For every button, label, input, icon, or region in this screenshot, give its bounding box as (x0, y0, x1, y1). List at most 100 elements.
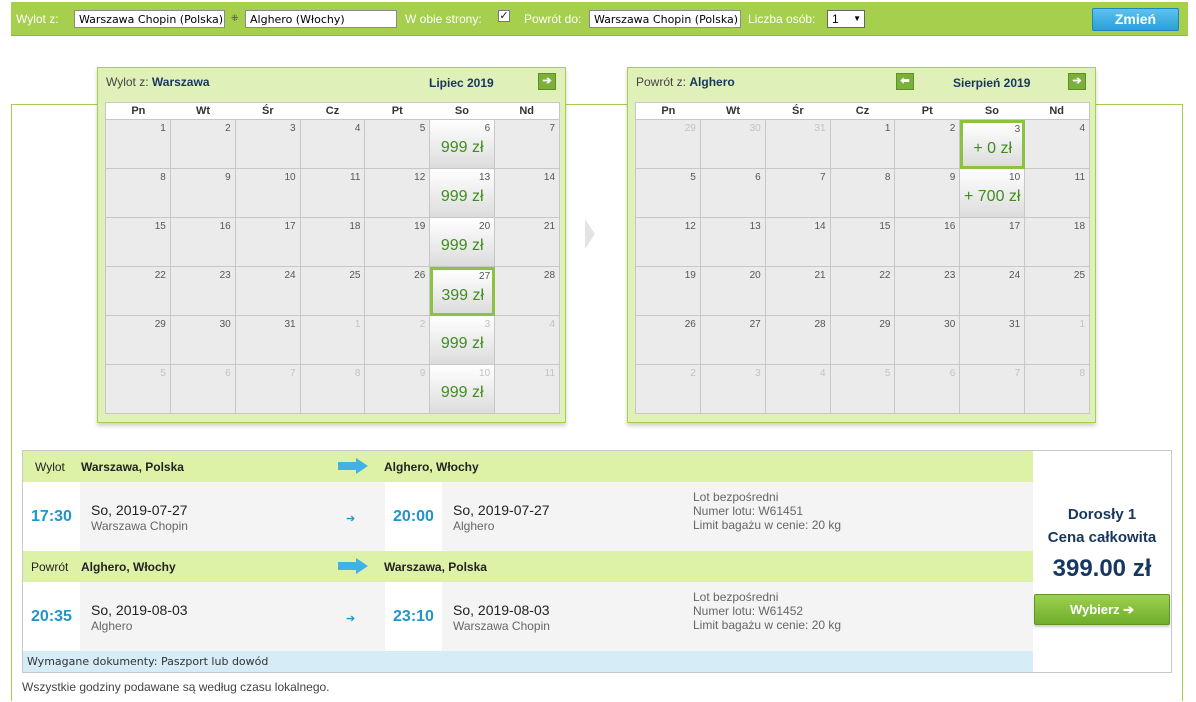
day-number: 20 (479, 221, 491, 232)
day-number: 11 (350, 172, 361, 183)
calendar-day: 2 (636, 365, 701, 414)
calendar-week: 15 16 17 18 19 20 999 zł 21 (106, 218, 561, 267)
day-price: 399 zł (441, 287, 485, 304)
calendar-week: 29 30 31 1 2 3 999 zł 4 (106, 316, 561, 365)
calendar-day: 21 (495, 218, 561, 267)
day-number: 3 (1014, 124, 1021, 135)
weekday-label: Pn (661, 105, 676, 117)
day-number: 7 (1014, 368, 1021, 379)
from-label: Wylot z: (16, 12, 59, 26)
calendar-day: 24 (960, 267, 1026, 316)
calendar-day: 16 (895, 218, 961, 267)
day-number: 9 (949, 172, 956, 183)
return-band: Powrót Alghero, Włochy Warszawa, Polska (23, 551, 1033, 582)
calendar-day: 17 (235, 218, 301, 267)
calendar-day: 5 (636, 169, 701, 218)
calendar-day-priced[interactable]: 3 + 0 zł (960, 120, 1026, 169)
calendar-day-priced[interactable]: 6 999 zł (430, 120, 496, 169)
day-number: 13 (479, 172, 491, 183)
calendar-day: 2 (170, 120, 236, 169)
calendar-day: 1 (106, 120, 171, 169)
day-number: 5 (884, 368, 891, 379)
arr-date: So, 2019-08-03 (453, 602, 550, 618)
return-to-input[interactable]: Warszawa Chopin (Polska) (589, 10, 741, 28)
calendar-day: 20 (700, 267, 766, 316)
dep-date: So, 2019-07-27 (91, 502, 188, 518)
day-number: 5 (419, 123, 426, 134)
outbound-row: 17:30 So, 2019-07-27 Warszawa Chopin ➔ 2… (23, 482, 1033, 552)
weekday-header: Pn Wt Śr Cz Pt So Nd (635, 102, 1090, 120)
calendar-day-priced[interactable]: 3 999 zł (430, 316, 496, 365)
calendar-day-priced[interactable]: 10 999 zł (430, 365, 496, 414)
choose-button[interactable]: Wybierz ➔ (1034, 594, 1170, 625)
day-number: 12 (684, 221, 696, 232)
swap-icon[interactable]: ⁜ (231, 13, 239, 24)
calendar-day: 22 (106, 267, 171, 316)
prev-month-button[interactable]: ⬅ (896, 73, 914, 90)
day-number: 4 (1079, 123, 1086, 134)
next-month-button[interactable]: ➔ (1068, 73, 1086, 90)
return-grid: Pn Wt Śr Cz Pt So Nd 29 30 31 1 2 3 + 0 zł 4 5 6 7 8 9 10 + … (635, 102, 1091, 414)
calendar-day: 29 (106, 316, 171, 365)
calendar-day: 10 (235, 169, 301, 218)
change-button[interactable]: Zmień (1092, 8, 1179, 31)
weekday-label: Cz (325, 105, 340, 117)
calendar-day-priced[interactable]: 10 + 700 zł (960, 169, 1026, 218)
weekday-label: Nd (519, 105, 534, 117)
people-label: Liczba osób: (748, 12, 816, 26)
title-prefix: Wylot z: (106, 75, 149, 89)
calendar-day: 7 (235, 365, 301, 414)
day-number: 7 (549, 123, 556, 134)
calendar-day: 6 (700, 169, 766, 218)
search-bar: Wylot z: Warszawa Chopin (Polska) ⁜ Algh… (11, 2, 1188, 36)
day-number: 2 (690, 368, 696, 379)
day-number: 27 (749, 319, 761, 330)
day-number: 8 (1079, 368, 1086, 379)
day-number: 5 (160, 368, 166, 379)
day-number: 28 (543, 270, 556, 281)
day-number: 30 (749, 123, 761, 134)
calendar-day: 5 (365, 120, 431, 169)
round-trip-checkbox[interactable]: ✓ (498, 10, 510, 22)
day-number: 6 (484, 123, 491, 134)
title-city: Warszawa (151, 75, 210, 89)
calendar-day-priced[interactable]: 27 399 zł (430, 267, 496, 316)
next-month-button[interactable]: ➔ (538, 73, 556, 90)
weekday-label: Śr (791, 105, 804, 117)
outbound-grid: Pn Wt Śr Cz Pt So Nd 1 2 3 4 5 6 999 zł 7 8 9 10 11 12 13 99… (105, 102, 561, 414)
price-panel: Dorosły 1 Cena całkowita 399.00 zł Wybie… (1033, 451, 1171, 672)
day-number: 21 (543, 221, 556, 232)
calendar-week: 12 13 14 15 16 17 18 (636, 218, 1091, 267)
total-price: 399.00 zł (1052, 555, 1152, 582)
from-input[interactable]: Warszawa Chopin (Polska) (74, 10, 225, 28)
calendar-day-priced[interactable]: 13 999 zł (430, 169, 496, 218)
day-number: 10 (1009, 172, 1021, 183)
calendar-week: 26 27 28 29 30 31 1 (636, 316, 1091, 365)
calendar-day: 11 (300, 169, 366, 218)
outbound-calendar-title: Wylot z: Warszawa (106, 75, 210, 89)
calendar-day: 1 (300, 316, 366, 365)
day-number: 6 (949, 368, 956, 379)
people-select[interactable]: 1 ▼ (827, 10, 865, 28)
calendar-day: 12 (636, 218, 701, 267)
day-number: 9 (419, 368, 426, 379)
calendar-day: 8 (106, 169, 171, 218)
dep-airport: Warszawa Chopin (91, 519, 188, 533)
calendar-week: 1 2 3 4 5 6 999 zł 7 (106, 120, 561, 169)
calendar-day-priced[interactable]: 20 999 zł (430, 218, 496, 267)
calendar-day: 19 (365, 218, 431, 267)
weekday-label: Wt (196, 105, 211, 117)
day-number: 1 (354, 319, 361, 330)
day-number: 27 (479, 271, 491, 282)
weekday-header: Pn Wt Śr Cz Pt So Nd (105, 102, 560, 120)
weekday-label: So (984, 105, 999, 117)
day-number: 23 (219, 270, 231, 281)
day-number: 24 (284, 270, 296, 281)
calendar-day: 17 (960, 218, 1026, 267)
return-to: Warszawa, Polska (384, 560, 487, 574)
to-input[interactable]: Alghero (Włochy) (245, 10, 397, 28)
dep-date: So, 2019-08-03 (91, 602, 188, 618)
day-number: 14 (814, 221, 826, 232)
day-number: 26 (684, 319, 696, 330)
arrow-right-icon (338, 558, 368, 574)
